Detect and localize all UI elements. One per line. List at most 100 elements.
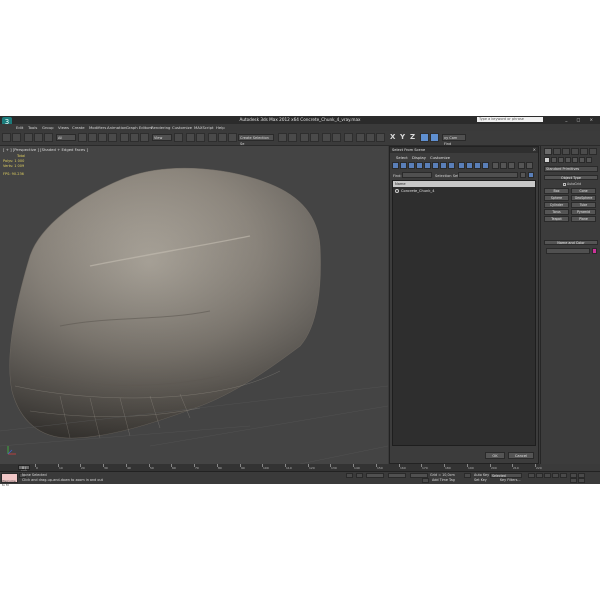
unlink-icon[interactable] — [34, 133, 43, 142]
time-slider[interactable]: 0 / 100 — [18, 465, 30, 474]
modify-tab-icon[interactable] — [553, 148, 561, 155]
selection-set-highlight-icon[interactable] — [528, 172, 534, 178]
move-icon[interactable] — [120, 133, 129, 142]
filter-spacewarps-icon[interactable] — [432, 162, 439, 169]
render-setup-icon[interactable] — [356, 133, 365, 142]
menu-tools[interactable]: Tools — [28, 125, 37, 130]
helpers-icon[interactable] — [572, 157, 578, 163]
graphite-ribbon-icon[interactable] — [310, 133, 319, 142]
filter-containers-icon[interactable] — [466, 162, 473, 169]
selection-region-icon[interactable] — [98, 133, 107, 142]
x-coordinate-field[interactable] — [366, 473, 384, 478]
filter-bones-icon[interactable] — [458, 162, 465, 169]
menu-maxscript[interactable]: MAXScript — [194, 125, 214, 130]
rotate-icon[interactable] — [130, 133, 139, 142]
snaps-toggle-icon[interactable] — [208, 133, 217, 142]
filter-frozen-icon[interactable] — [474, 162, 481, 169]
display-all-icon[interactable] — [492, 162, 499, 169]
menu-graph-editors[interactable]: Graph Editors — [126, 125, 152, 130]
time-tag-icon[interactable] — [422, 478, 429, 483]
scene-object-list[interactable]: Name Concrete_Chunk_4 — [392, 180, 536, 446]
absolute-mode-icon[interactable] — [356, 473, 363, 478]
maxscript-listener-mini[interactable]: Welcome to M — [1, 473, 18, 487]
key-filters-button[interactable]: Key Filters... — [500, 478, 521, 482]
filter-hidden-icon[interactable] — [482, 162, 489, 169]
select-object-icon[interactable] — [78, 133, 87, 142]
rendered-frame-window-icon[interactable] — [366, 133, 375, 142]
play-icon[interactable] — [544, 473, 551, 478]
orbit-icon[interactable] — [570, 478, 577, 483]
auto-key-button[interactable]: Auto Key — [474, 473, 489, 477]
align-icon[interactable] — [288, 133, 297, 142]
primitive-category-dropdown[interactable]: Standard Primitives — [544, 166, 598, 172]
sphere-button[interactable]: Sphere — [544, 195, 569, 201]
utilities-tab-icon[interactable] — [589, 148, 597, 155]
reference-coordinate-dropdown[interactable]: View — [152, 134, 172, 141]
cylinder-button[interactable]: Cylinder — [544, 202, 569, 208]
hierarchy-tab-icon[interactable] — [562, 148, 570, 155]
bind-space-warp-icon[interactable] — [44, 133, 53, 142]
add-time-tag-label[interactable]: Add Time Tag — [432, 478, 455, 482]
filter-groups-icon[interactable] — [440, 162, 447, 169]
axis-y-button[interactable]: Y — [400, 133, 405, 141]
display-invert-icon[interactable] — [508, 162, 515, 169]
column-header-name[interactable]: Name — [393, 181, 535, 187]
schematic-view-icon[interactable] — [332, 133, 341, 142]
axis-z-button[interactable]: Z — [410, 133, 415, 141]
filter-helpers-icon[interactable] — [424, 162, 431, 169]
sync-selection-icon[interactable] — [518, 162, 525, 169]
layer-manager-icon[interactable] — [300, 133, 309, 142]
torus-button[interactable]: Torus — [544, 209, 569, 215]
object-name-field[interactable] — [546, 248, 590, 254]
shapes-icon[interactable] — [551, 157, 557, 163]
dialog-title[interactable]: Select From Scene — [390, 147, 538, 153]
go-to-end-icon[interactable] — [560, 473, 567, 478]
menu-create[interactable]: Create — [72, 125, 85, 130]
filter-lights-icon[interactable] — [408, 162, 415, 169]
dialog-menu-customize[interactable]: Customize — [430, 155, 450, 160]
dialog-menu-select[interactable]: Select — [396, 155, 408, 160]
space-warps-icon[interactable] — [579, 157, 585, 163]
tube-button[interactable]: Tube — [571, 202, 596, 208]
autogrid-checkbox[interactable]: AutoGrid — [563, 182, 581, 186]
filter-geometry-icon[interactable] — [392, 162, 399, 169]
scale-icon[interactable] — [140, 133, 149, 142]
link-icon[interactable] — [24, 133, 33, 142]
filter-shapes-icon[interactable] — [400, 162, 407, 169]
axis-x-button[interactable]: X — [390, 133, 395, 141]
menu-modifiers[interactable]: Modifiers — [89, 125, 106, 130]
dialog-close-icon[interactable]: × — [533, 147, 536, 152]
set-key-mode-icon[interactable] — [464, 473, 471, 478]
axis-xy-icon[interactable] — [420, 133, 429, 142]
mirror-icon[interactable] — [278, 133, 287, 142]
menu-group[interactable]: Group — [42, 125, 54, 130]
dialog-menu-display[interactable]: Display — [412, 155, 426, 160]
menu-animation[interactable]: Animation — [107, 125, 126, 130]
set-key-button[interactable]: Set Key — [474, 478, 487, 482]
selection-set-dropdown[interactable] — [458, 172, 518, 178]
select-manipulate-icon[interactable] — [186, 133, 195, 142]
axis-constraint-icon[interactable] — [430, 133, 439, 142]
keyboard-shortcut-icon[interactable] — [196, 133, 205, 142]
filter-cameras-icon[interactable] — [416, 162, 423, 169]
dialog-options-icon[interactable] — [526, 162, 533, 169]
previous-frame-icon[interactable] — [536, 473, 543, 478]
percent-snap-icon[interactable] — [228, 133, 237, 142]
geosphere-button[interactable]: GeoSphere — [571, 195, 596, 201]
menu-edit[interactable]: Edit — [16, 125, 23, 130]
window-controls[interactable]: _ □ × — [565, 117, 597, 122]
menu-help[interactable]: Help — [216, 125, 225, 130]
filter-xrefs-icon[interactable] — [448, 162, 455, 169]
cone-button[interactable]: Cone — [571, 188, 596, 194]
pivot-center-icon[interactable] — [174, 133, 183, 142]
geometry-icon[interactable] — [544, 157, 550, 163]
list-item[interactable]: Concrete_Chunk_4 — [395, 189, 435, 193]
angle-snap-icon[interactable] — [218, 133, 227, 142]
curve-editor-icon[interactable] — [322, 133, 331, 142]
plane-button[interactable]: Plane — [571, 216, 596, 222]
isolate-selection-icon[interactable] — [346, 473, 353, 478]
render-production-icon[interactable] — [376, 133, 385, 142]
name-and-color-rollout[interactable]: Name and Color — [544, 240, 598, 245]
menu-rendering[interactable]: Rendering — [151, 125, 170, 130]
systems-icon[interactable] — [586, 157, 592, 163]
